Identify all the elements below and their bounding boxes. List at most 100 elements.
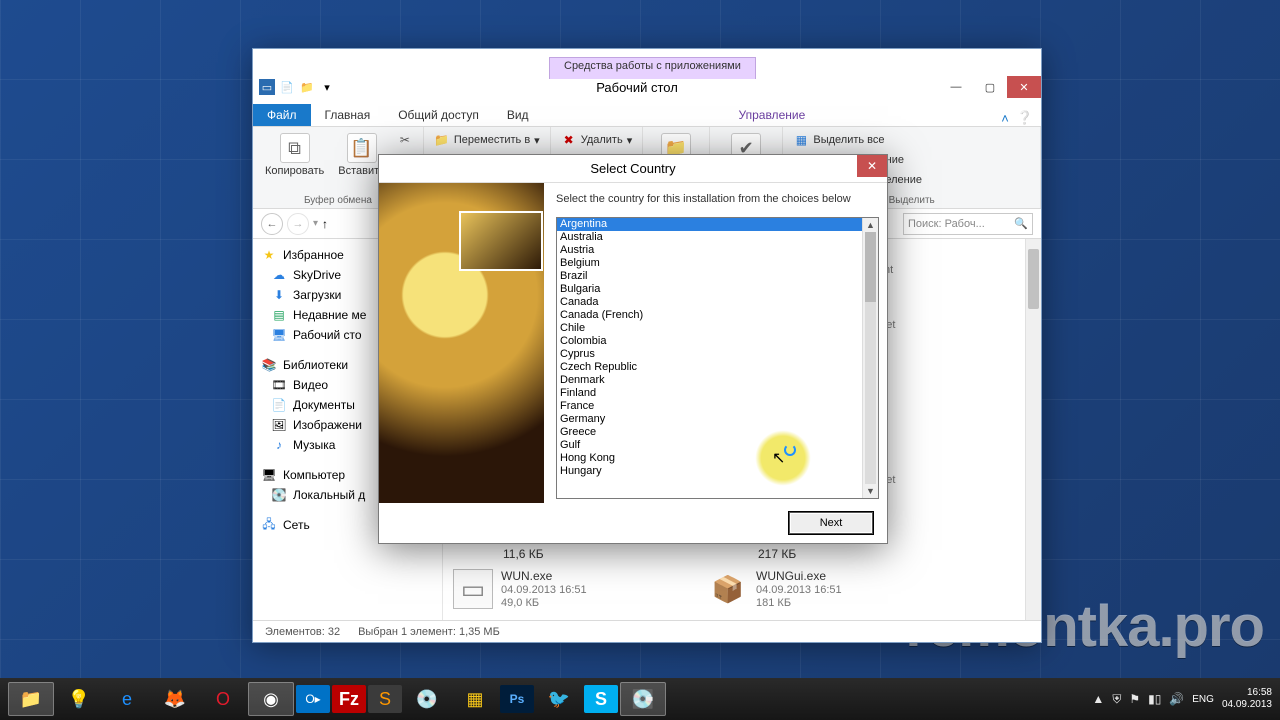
country-option[interactable]: Czech Republic: [557, 361, 862, 374]
dialog-banner-image: [379, 183, 544, 503]
listbox-scrollbar[interactable]: ▲ ▼: [862, 218, 878, 498]
taskbar-filezilla[interactable]: Fz: [332, 685, 366, 713]
country-option[interactable]: Belgium: [557, 257, 862, 270]
taskbar-explorer[interactable]: 📁: [8, 682, 54, 716]
country-option[interactable]: Argentina: [557, 218, 862, 231]
taskbar-skype[interactable]: S: [584, 685, 618, 713]
exe-icon: ▭: [453, 569, 493, 609]
qat-dropdown-icon[interactable]: ▾: [319, 79, 335, 95]
search-placeholder: Поиск: Рабоч...: [908, 218, 985, 230]
computer-icon: 🖥: [261, 467, 277, 483]
country-option[interactable]: Australia: [557, 231, 862, 244]
scissors-icon: ✂: [397, 132, 413, 148]
minimize-button[interactable]: —: [939, 76, 973, 98]
taskbar-tips[interactable]: 💡: [56, 682, 102, 716]
dialog-titlebar[interactable]: Select Country ✕: [379, 155, 887, 183]
system-tray[interactable]: ▲ ⛨ ⚑ ▮▯ 🔊 ENG 16:58 04.09.2013: [1092, 687, 1272, 711]
scroll-up-icon[interactable]: ▲: [863, 218, 878, 232]
scroll-down-icon[interactable]: ▼: [863, 484, 878, 498]
tab-manage[interactable]: Управление: [725, 104, 820, 126]
country-option[interactable]: Greece: [557, 426, 862, 439]
taskbar-daemon[interactable]: 💿: [404, 682, 450, 716]
download-icon: ⬇: [271, 287, 287, 303]
app-icon: ▭: [259, 79, 275, 95]
taskbar-ie[interactable]: e: [104, 682, 150, 716]
file-wungui[interactable]: 📦 WUNGui.exe04.09.2013 16:51181 КБ: [708, 569, 842, 609]
window-controls: — ▢ ✕: [939, 76, 1041, 98]
quick-access-toolbar: ▭ 📄 📁 ▾: [259, 79, 335, 95]
country-option[interactable]: Hong Kong: [557, 452, 862, 465]
status-selection: Выбран 1 элемент: 1,35 МБ: [358, 626, 500, 638]
dialog-instruction: Select the country for this installation…: [556, 193, 879, 205]
tab-file[interactable]: Файл: [253, 104, 311, 126]
country-option[interactable]: Brazil: [557, 270, 862, 283]
titlebar[interactable]: ▭ 📄 📁 ▾ Рабочий стол Средства работы с п…: [253, 71, 1041, 103]
help-icon[interactable]: ❔: [1017, 110, 1033, 126]
forward-button[interactable]: →: [287, 213, 309, 235]
country-option[interactable]: Gulf: [557, 439, 862, 452]
taskbar-photoshop[interactable]: Ps: [500, 685, 534, 713]
close-button[interactable]: ✕: [1007, 76, 1041, 98]
copy-button[interactable]: ⧉Копировать: [261, 131, 328, 179]
context-tab-apps[interactable]: Средства работы с приложениями: [549, 57, 756, 79]
cloud-icon: ☁: [271, 267, 287, 283]
tray-shield-icon[interactable]: ⛨: [1112, 692, 1121, 707]
country-option[interactable]: Austria: [557, 244, 862, 257]
move-to-button[interactable]: 📁Переместить в ▾: [432, 131, 542, 149]
taskbar[interactable]: 📁 💡 e 🦊 O ◉ O▸ Fz S 💿 ▦ Ps 🐦 S 💽 ▲ ⛨ ⚑ ▮…: [0, 678, 1280, 720]
up-button[interactable]: ↑: [322, 217, 328, 231]
country-option[interactable]: Canada: [557, 296, 862, 309]
tray-volume-icon[interactable]: 🔊: [1169, 692, 1184, 706]
tray-network-icon[interactable]: ▮▯: [1148, 692, 1161, 706]
cut-button[interactable]: ✂: [395, 131, 415, 149]
country-option[interactable]: Finland: [557, 387, 862, 400]
tray-language[interactable]: ENG: [1192, 694, 1214, 705]
window-title: Рабочий стол: [335, 80, 939, 95]
country-option[interactable]: Canada (French): [557, 309, 862, 322]
star-icon: ★: [261, 247, 277, 263]
delete-icon: ✖: [561, 132, 577, 148]
taskbar-sublime[interactable]: S: [368, 685, 402, 713]
tab-share[interactable]: Общий доступ: [384, 104, 493, 126]
status-bar: Элементов: 32 Выбран 1 элемент: 1,35 МБ: [253, 620, 1041, 642]
dialog-close-button[interactable]: ✕: [857, 155, 887, 177]
search-input[interactable]: Поиск: Рабоч...🔍: [903, 213, 1033, 235]
qat-newfolder-icon[interactable]: 📁: [299, 79, 315, 95]
taskbar-twitter[interactable]: 🐦: [536, 682, 582, 716]
country-option[interactable]: Bulgaria: [557, 283, 862, 296]
taskbar-chrome[interactable]: ◉: [248, 682, 294, 716]
country-option[interactable]: Hungary: [557, 465, 862, 478]
country-option[interactable]: Denmark: [557, 374, 862, 387]
tray-up-icon[interactable]: ▲: [1092, 692, 1104, 706]
country-listbox[interactable]: ArgentinaAustraliaAustriaBelgiumBrazilBu…: [556, 217, 879, 499]
taskbar-outlook[interactable]: O▸: [296, 685, 330, 713]
dialog-title: Select Country: [590, 161, 675, 176]
content-scrollbar[interactable]: [1025, 239, 1041, 620]
country-option[interactable]: Germany: [557, 413, 862, 426]
ribbon-collapse-icon[interactable]: ˄: [1001, 111, 1009, 126]
select-country-dialog: Select Country ✕ Select the country for …: [378, 154, 888, 544]
delete-button[interactable]: ✖Удалить ▾: [559, 131, 635, 149]
taskbar-opera[interactable]: O: [200, 682, 246, 716]
select-all-button[interactable]: ▦Выделить все: [791, 131, 886, 149]
tray-flag-icon[interactable]: ⚑: [1129, 692, 1140, 706]
country-option[interactable]: France: [557, 400, 862, 413]
next-button[interactable]: Next: [789, 512, 873, 534]
taskbar-app-yellow[interactable]: ▦: [452, 682, 498, 716]
taskbar-installer[interactable]: 💽: [620, 682, 666, 716]
tab-home[interactable]: Главная: [311, 104, 385, 126]
country-option[interactable]: Chile: [557, 322, 862, 335]
back-button[interactable]: ←: [261, 213, 283, 235]
taskbar-firefox[interactable]: 🦊: [152, 682, 198, 716]
select-all-icon: ▦: [793, 132, 809, 148]
video-icon: 🎞: [271, 377, 287, 393]
maximize-button[interactable]: ▢: [973, 76, 1007, 98]
country-option[interactable]: Colombia: [557, 335, 862, 348]
file-wun[interactable]: ▭ WUN.exe04.09.2013 16:5149,0 КБ: [453, 569, 587, 609]
folder-move-icon: 📁: [434, 132, 450, 148]
history-dropdown-icon[interactable]: ▾: [313, 218, 318, 229]
tray-clock[interactable]: 16:58 04.09.2013: [1222, 687, 1272, 711]
qat-properties-icon[interactable]: 📄: [279, 79, 295, 95]
country-option[interactable]: Cyprus: [557, 348, 862, 361]
tab-view[interactable]: Вид: [493, 104, 543, 126]
